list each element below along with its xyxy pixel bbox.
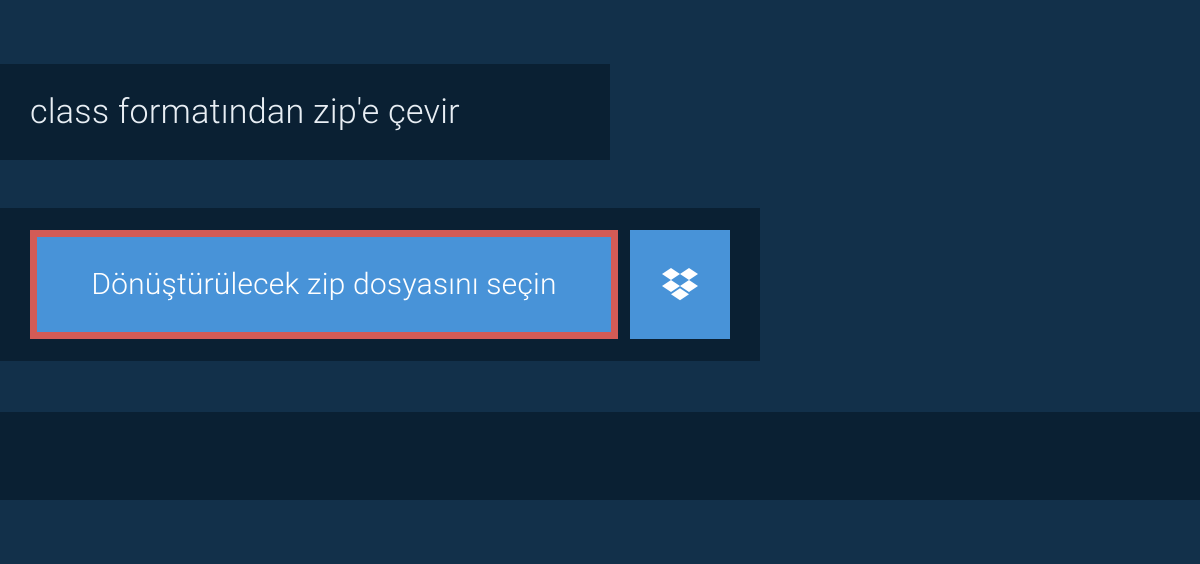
dropbox-icon — [662, 265, 698, 305]
header-band: class formatından zip'e çevir — [0, 64, 610, 160]
page-title: class formatından zip'e çevir — [30, 92, 580, 132]
choose-file-button[interactable]: Dönüştürülecek zip dosyasını seçin — [30, 230, 618, 339]
dropbox-button[interactable] — [630, 230, 730, 339]
bottom-band — [0, 412, 1200, 500]
upload-panel: Dönüştürülecek zip dosyasını seçin — [0, 208, 760, 361]
